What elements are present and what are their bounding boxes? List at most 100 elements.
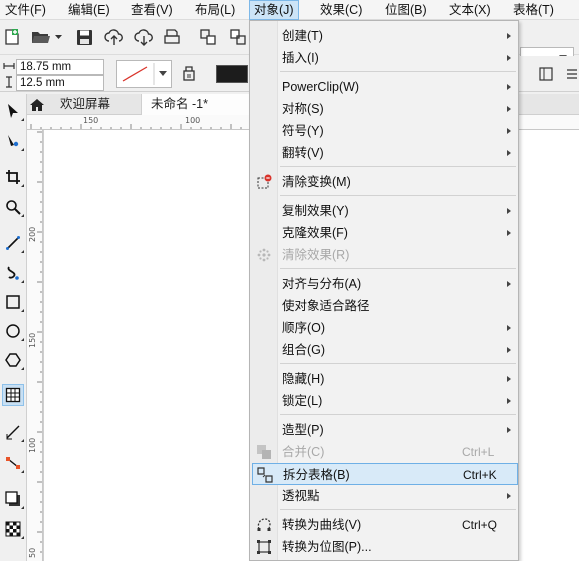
width-field[interactable]: 18.75 mm: [16, 59, 104, 75]
menu-separator: [280, 363, 516, 364]
ruler-label: 150: [28, 332, 37, 348]
tab-welcome[interactable]: 欢迎屏幕: [60, 94, 110, 115]
object-menu: 创建(T) 插入(I) PowerClip(W) 对称(S) 符号(Y) 翻转(…: [249, 20, 519, 561]
menu-item-flip[interactable]: 翻转(V): [252, 142, 518, 164]
menu-item-label: 透视點: [282, 489, 320, 503]
menu-item-insert[interactable]: 插入(I): [252, 47, 518, 69]
cloud-download-icon[interactable]: [133, 27, 155, 47]
cloud-upload-icon[interactable]: [103, 27, 125, 47]
shape-tool-icon[interactable]: [2, 130, 24, 152]
menu-item-label: PowerClip(W): [282, 80, 360, 94]
menu-item-align-distribute[interactable]: 对齐与分布(A): [252, 273, 518, 295]
menu-item-label: 插入(I): [282, 51, 319, 65]
submenu-arrow-icon: [507, 347, 511, 353]
submenu-arrow-icon: [507, 33, 511, 39]
menu-item-powerclip[interactable]: PowerClip(W): [252, 76, 518, 98]
menu-item-clone-effects[interactable]: 克隆效果(F): [252, 222, 518, 244]
submenu-arrow-icon: [507, 128, 511, 134]
menu-item-label: 顺序(O): [282, 321, 326, 335]
connector-tool-icon[interactable]: [2, 452, 24, 474]
submenu-arrow-icon: [507, 325, 511, 331]
menu-separator: [280, 195, 516, 196]
open-dropdown-icon[interactable]: [54, 33, 62, 41]
print-icon[interactable]: [162, 27, 182, 47]
menu-view[interactable]: 查看(V): [127, 0, 177, 20]
distribute-icon[interactable]: [565, 66, 579, 82]
menu-item-label: 对齐与分布(A): [282, 277, 362, 291]
menu-item-clear-transformations[interactable]: 清除变换(M): [252, 171, 518, 193]
menu-item-convert-to-curves[interactable]: 转换为曲线(V) Ctrl+Q: [252, 514, 518, 536]
submenu-arrow-icon: [507, 376, 511, 382]
convert-to-bitmap-icon: [255, 538, 273, 556]
menu-item-copy-effects[interactable]: 复制效果(Y): [252, 200, 518, 222]
menu-item-label: 创建(T): [282, 29, 323, 43]
menu-item-order[interactable]: 顺序(O): [252, 317, 518, 339]
menu-item-convert-to-bitmap[interactable]: 转换为位图(P)...: [252, 536, 518, 558]
ellipse-tool-icon[interactable]: [2, 320, 24, 342]
table-tool-icon[interactable]: [2, 384, 24, 406]
submenu-arrow-icon: [507, 281, 511, 287]
artistic-media-tool-icon[interactable]: [2, 262, 24, 284]
submenu-arrow-icon: [507, 493, 511, 499]
menu-item-lock[interactable]: 锁定(L): [252, 390, 518, 412]
menu-file[interactable]: 文件(F): [1, 0, 50, 20]
toolbox: [0, 94, 27, 561]
menu-bitmaps[interactable]: 位图(B): [381, 0, 431, 20]
submenu-arrow-icon: [507, 230, 511, 236]
export-icon[interactable]: [228, 27, 248, 47]
menu-separator: [280, 268, 516, 269]
clear-transform-icon: [255, 173, 273, 191]
crop-tool-icon[interactable]: [2, 166, 24, 188]
menu-item-clear-effects[interactable]: 清除效果(R): [252, 244, 518, 266]
menu-effects[interactable]: 效果(C): [316, 0, 366, 20]
tab-untitled[interactable]: 未命名 -1*: [141, 94, 251, 115]
pick-tool-icon[interactable]: [2, 100, 24, 122]
menu-item-hide[interactable]: 隐藏(H): [252, 368, 518, 390]
submenu-arrow-icon: [507, 55, 511, 61]
menu-text[interactable]: 文本(X): [445, 0, 495, 20]
menu-item-shortcut: Ctrl+K: [463, 468, 497, 482]
menu-item-label: 对称(S): [282, 102, 324, 116]
import-icon[interactable]: [198, 27, 218, 47]
menu-item-shortcut: Ctrl+Q: [462, 518, 498, 532]
menu-item-shaping[interactable]: 造型(P): [252, 419, 518, 441]
menu-item-group[interactable]: 组合(G): [252, 339, 518, 361]
home-icon[interactable]: [27, 96, 47, 113]
transparency-tool-icon[interactable]: [2, 518, 24, 540]
color-swatch[interactable]: [216, 65, 248, 83]
menu-object[interactable]: 对象(J): [249, 0, 299, 20]
height-field[interactable]: 12.5 mm: [16, 75, 104, 91]
menu-item-combine[interactable]: 合并(C) Ctrl+L: [252, 441, 518, 463]
menu-table[interactable]: 表格(T): [509, 0, 558, 20]
menu-item-shortcut: Ctrl+L: [462, 445, 495, 459]
new-document-icon[interactable]: [2, 27, 22, 47]
ruler-label: 100: [28, 437, 37, 453]
menu-item-symmetry[interactable]: 对称(S): [252, 98, 518, 120]
dimension-tool-icon[interactable]: [2, 421, 24, 443]
menu-item-label: 锁定(L): [282, 394, 323, 408]
submenu-arrow-icon: [507, 84, 511, 90]
menu-item-perspective-points[interactable]: 透视點: [252, 485, 518, 507]
menu-item-label: 翻转(V): [282, 146, 324, 160]
height-icon: [2, 75, 16, 89]
menu-item-label: 复制效果(Y): [282, 204, 349, 218]
open-folder-icon[interactable]: [30, 27, 52, 47]
rectangle-tool-icon[interactable]: [2, 291, 24, 313]
break-apart-icon: [256, 466, 274, 484]
combine-icon: [255, 443, 273, 461]
menu-edit[interactable]: 编辑(E): [64, 0, 114, 20]
menu-item-label: 组合(G): [282, 343, 326, 357]
menu-item-break-apart-table[interactable]: 拆分表格(B) Ctrl+K: [252, 463, 518, 485]
drop-shadow-tool-icon[interactable]: [2, 488, 24, 510]
align-icon[interactable]: [538, 66, 554, 82]
fill-tool-icon[interactable]: [178, 62, 200, 84]
outline-style-picker[interactable]: [116, 60, 172, 88]
menu-item-symbol[interactable]: 符号(Y): [252, 120, 518, 142]
freehand-tool-icon[interactable]: [2, 232, 24, 254]
zoom-tool-icon[interactable]: [2, 196, 24, 218]
polygon-tool-icon[interactable]: [2, 349, 24, 371]
menu-item-create[interactable]: 创建(T): [252, 25, 518, 47]
menu-layout[interactable]: 布局(L): [191, 0, 239, 20]
menu-item-fit-to-path[interactable]: 使对象适合路径: [252, 295, 518, 317]
save-icon[interactable]: [74, 27, 94, 47]
